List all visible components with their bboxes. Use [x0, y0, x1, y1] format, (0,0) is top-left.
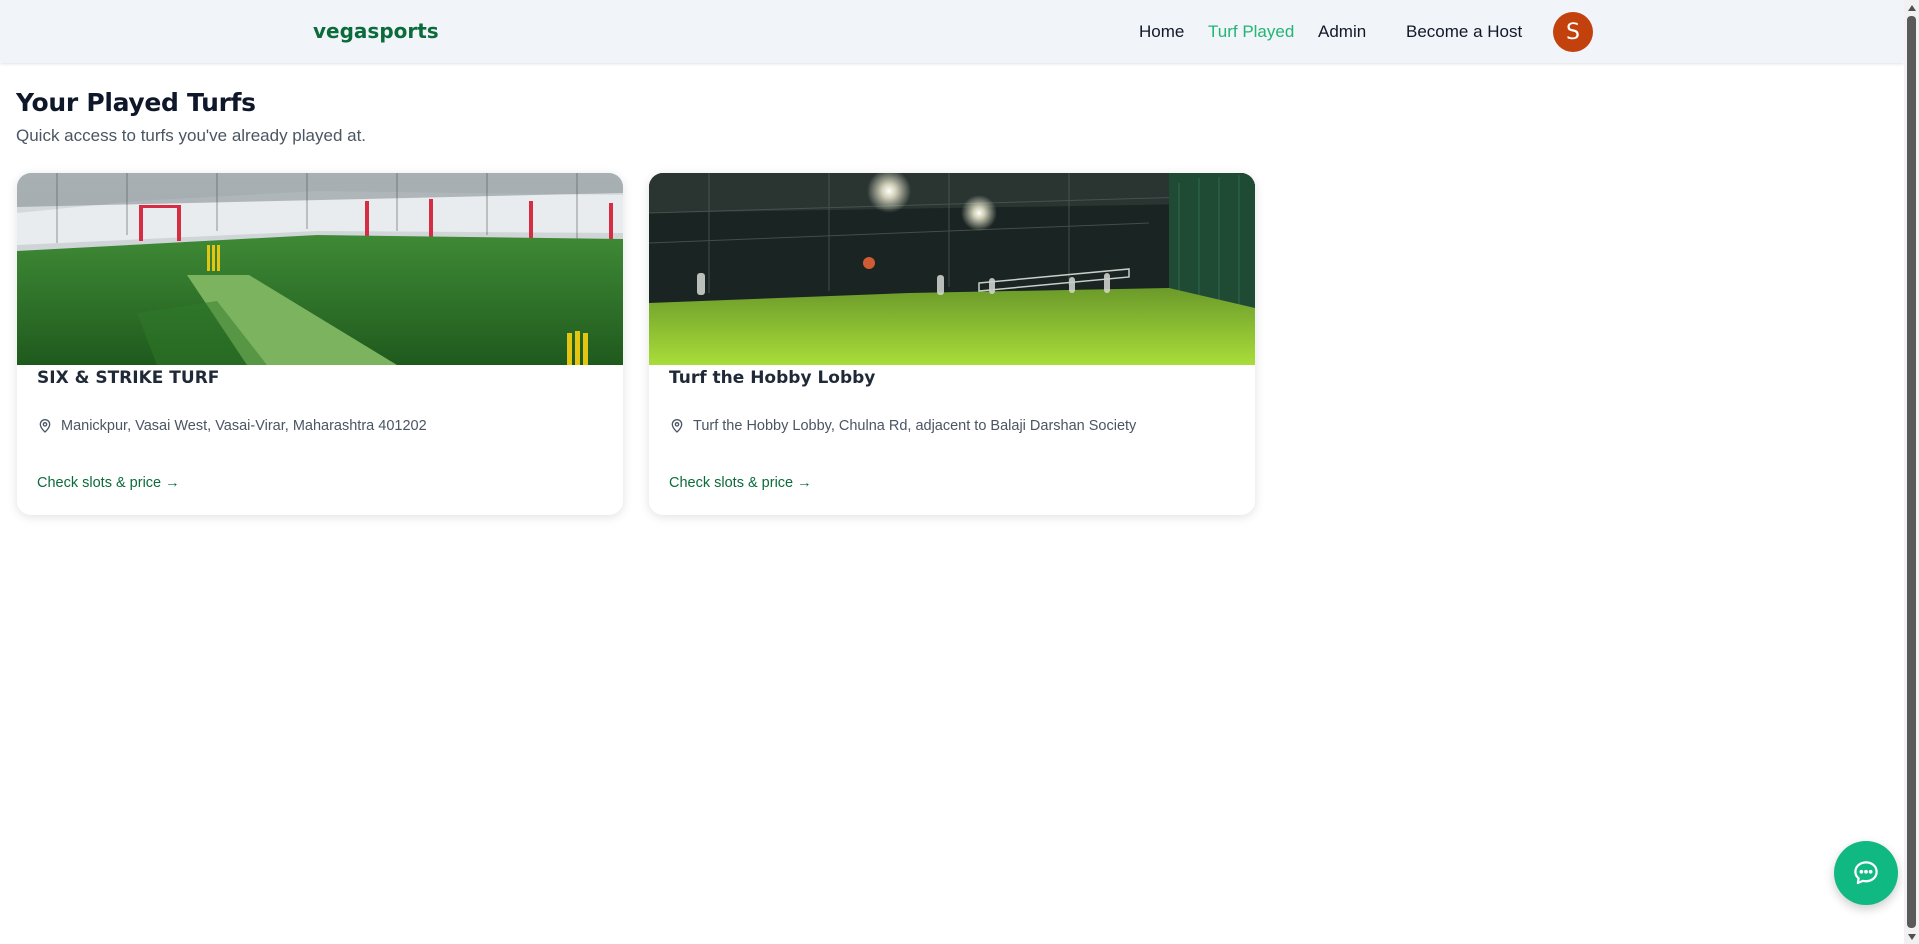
- turf-card[interactable]: Turf the Hobby Lobby Turf the Hobby Lobb…: [649, 173, 1255, 515]
- check-slots-link[interactable]: Check slots & price →: [669, 475, 812, 491]
- outdoor-cricket-turf-photo: [17, 173, 623, 365]
- page-scrollbar[interactable]: [1904, 0, 1919, 944]
- scrollbar-thumb[interactable]: [1907, 16, 1916, 928]
- scroll-up-arrow-icon[interactable]: [1904, 0, 1919, 15]
- nav-admin-link[interactable]: Admin: [1318, 22, 1366, 42]
- turf-card[interactable]: SIX & STRIKE TURF Manickpur, Vasai West,…: [17, 173, 623, 515]
- nav-become-host-link[interactable]: Become a Host: [1406, 22, 1522, 42]
- turf-address: Manickpur, Vasai West, Vasai-Virar, Maha…: [61, 418, 427, 434]
- map-pin-icon: [671, 419, 683, 433]
- chat-button[interactable]: [1834, 841, 1898, 905]
- nav-turf-played-link[interactable]: Turf Played: [1208, 22, 1294, 42]
- user-avatar[interactable]: S: [1553, 12, 1593, 52]
- turf-address: Turf the Hobby Lobby, Chulna Rd, adjacen…: [693, 418, 1137, 434]
- page-subtitle: Quick access to turfs you've already pla…: [16, 126, 367, 145]
- scroll-down-arrow-icon[interactable]: [1904, 929, 1919, 944]
- check-slots-link[interactable]: Check slots & price →: [37, 475, 180, 491]
- map-pin-icon: [39, 419, 51, 433]
- nav-home-link[interactable]: Home: [1139, 22, 1184, 42]
- turf-location: Turf the Hobby Lobby, Chulna Rd, adjacen…: [669, 418, 1136, 434]
- chat-bubble-icon: [1854, 861, 1878, 885]
- page-title: Your Played Turfs: [16, 88, 256, 117]
- brand-logo-link[interactable]: vegasports: [313, 19, 439, 43]
- top-navbar: vegasports Home Turf Played Admin Become…: [0, 0, 1904, 63]
- turf-location: Manickpur, Vasai West, Vasai-Virar, Maha…: [37, 418, 427, 434]
- night-floodlit-turf-photo: [649, 173, 1255, 365]
- turf-name: SIX & STRIKE TURF: [37, 368, 220, 388]
- turf-name: Turf the Hobby Lobby: [669, 368, 876, 388]
